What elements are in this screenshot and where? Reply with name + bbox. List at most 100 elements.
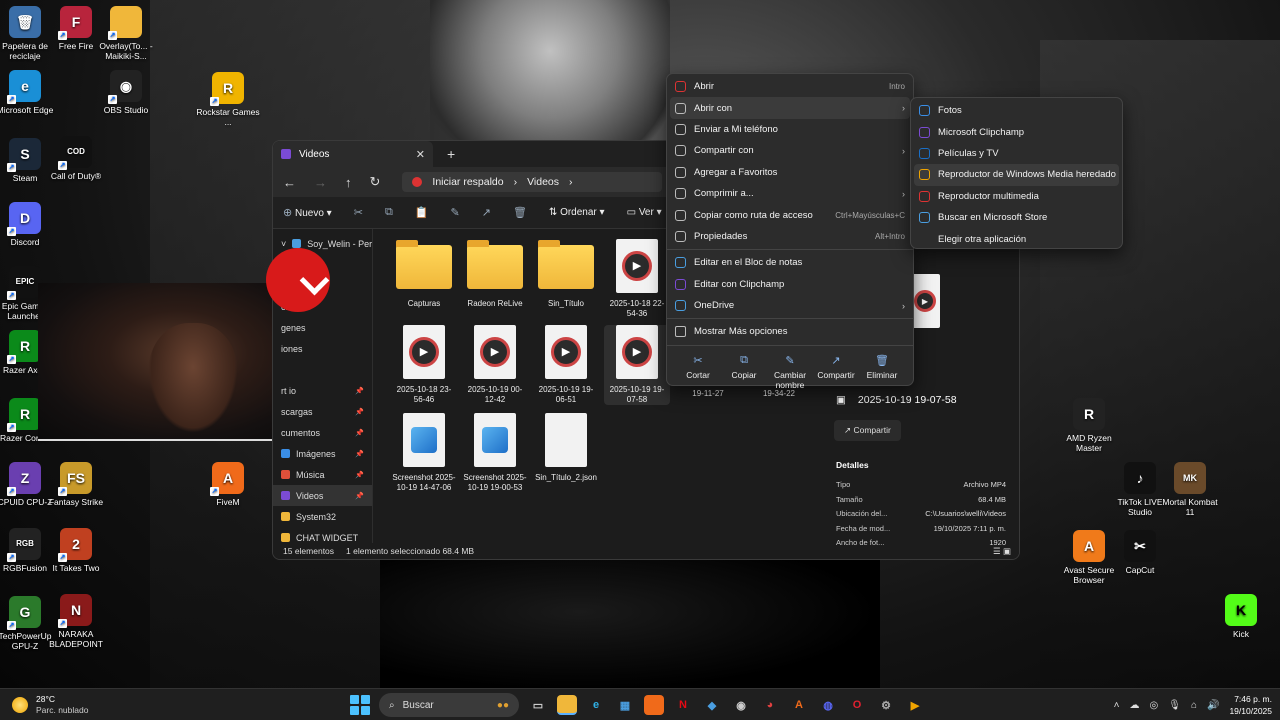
sidebar-item[interactable]: genes xyxy=(273,317,372,338)
forward-arrow-icon[interactable]: → xyxy=(314,175,327,190)
menu-item-reproductor-multimedia[interactable]: Reproductor multimedia xyxy=(911,186,1122,207)
folder-item[interactable]: Capturas xyxy=(391,239,457,309)
clock[interactable]: 7:46 p. m. 19/10/2025 xyxy=(1229,693,1272,717)
cut-icon[interactable]: ✂ xyxy=(354,206,363,219)
menu-item-buscar-en-microsoft-store[interactable]: Buscar en Microsoft Store xyxy=(911,207,1122,228)
chevron-up-icon[interactable]: ˄ xyxy=(1114,700,1120,711)
microphone-icon[interactable]: 🎙 xyxy=(1168,700,1181,711)
refresh-icon[interactable]: ↻ xyxy=(370,174,381,190)
file-item[interactable]: ▶ 2025-10-19 19-07-58 xyxy=(604,325,670,405)
file-item[interactable]: ▶ 2025-10-18 23-56-46 xyxy=(391,325,457,405)
wmp-taskbar-icon[interactable]: ▶ xyxy=(905,695,925,715)
sidebar-item[interactable]: Imágenes 📌 xyxy=(273,443,372,464)
edge-taskbar-icon[interactable]: e xyxy=(586,695,606,715)
copy-icon[interactable]: ⧉ xyxy=(385,206,393,219)
discord-taskbar-icon[interactable]: ◍ xyxy=(818,695,838,715)
settings-taskbar-icon[interactable]: ⚙ xyxy=(876,695,896,715)
volume-icon[interactable]: 🔊 xyxy=(1207,700,1219,711)
sidebar-item[interactable]: scargas 📌 xyxy=(273,401,372,422)
folder-item[interactable]: Sin_Título xyxy=(533,239,599,309)
app-orange-taskbar-icon[interactable] xyxy=(644,695,664,715)
view-button[interactable]: ▭ Ver ▾ xyxy=(627,207,662,218)
desktop-icon-naraka[interactable]: N ↗ NARAKA BLADEPOINT xyxy=(44,594,108,649)
copiar-button[interactable]: ⧉ Copiar xyxy=(724,354,764,390)
breadcrumb-current[interactable]: Videos xyxy=(527,176,559,188)
sidebar-item[interactable]: rt io 📌 xyxy=(273,380,372,401)
back-arrow-icon[interactable]: ← xyxy=(283,175,296,190)
start-button[interactable] xyxy=(350,695,370,715)
desktop-icon-kick[interactable]: K Kick xyxy=(1209,594,1273,639)
tray-bell-icon[interactable]: ◎ xyxy=(1150,700,1159,711)
menu-item-microsoft-clipchamp[interactable]: Microsoft Clipchamp xyxy=(911,121,1122,142)
menu-item-fotos[interactable]: Fotos xyxy=(911,100,1122,121)
menu-item-agregar-a-favoritos[interactable]: Agregar a Favoritos xyxy=(667,162,913,183)
desktop-icon-discord[interactable]: D ↗ Discord xyxy=(0,202,57,247)
delete-icon[interactable]: 🗑 xyxy=(513,206,527,219)
sidebar-item[interactable] xyxy=(273,359,372,380)
netflix-taskbar-icon[interactable]: N xyxy=(673,695,693,715)
menu-item-elegir-otra-aplicaci-n[interactable]: Elegir otra aplicación xyxy=(911,228,1122,249)
chrome-taskbar-icon[interactable]: ◕ xyxy=(760,695,780,715)
file-item[interactable]: Screenshot 2025-10-19 19-00-53 xyxy=(462,413,528,493)
menu-item-editar-en-el-bloc-de-notas[interactable]: Editar en el Bloc de notas xyxy=(667,252,913,273)
menu-item-abrir-con[interactable]: Abrir con › xyxy=(670,97,910,119)
desktop-icon-ryzen-master[interactable]: R AMD Ryzen Master xyxy=(1057,398,1121,453)
menu-item-more-options[interactable]: Mostrar Más opciones xyxy=(667,321,913,342)
details-share-button[interactable]: ↗ Compartir xyxy=(834,420,901,441)
weather-widget[interactable]: 28°C Parc. nublado xyxy=(12,694,88,716)
file-item[interactable]: Screenshot 2025-10-19 14-47-06 xyxy=(391,413,457,493)
menu-item-pel-culas-y-tv[interactable]: Películas y TV xyxy=(911,143,1122,164)
new-button[interactable]: ⊕ Nuevo ▾ xyxy=(283,206,332,219)
desktop-icon-obs[interactable]: ◉ ↗ OBS Studio xyxy=(94,70,158,115)
desktop-icon-capcut[interactable]: ✂ CapCut xyxy=(1108,530,1172,575)
view-toggle-icon[interactable]: ☰ ▣ xyxy=(993,546,1011,557)
sidebar-item[interactable]: Videos 📌 xyxy=(273,485,372,506)
eliminar-button[interactable]: 🗑 Eliminar xyxy=(862,354,902,390)
sidebar-item[interactable]: iones xyxy=(273,338,372,359)
menu-item-onedrive[interactable]: OneDrive › xyxy=(667,295,913,316)
file-item[interactable]: Sin_Título_2.json xyxy=(533,413,599,483)
file-item[interactable]: ▶ 2025-10-18 22-54-36 xyxy=(604,239,670,319)
desktop-icon-call-of-duty[interactable]: COD ↗ Call of Duty® xyxy=(44,136,108,181)
store-taskbar-icon[interactable]: ▦ xyxy=(615,695,635,715)
desktop-icon-rockstar[interactable]: R ↗ Rockstar Games ... xyxy=(196,72,260,127)
chevron-down-icon[interactable]: ˅ xyxy=(281,239,286,249)
menu-item-propiedades[interactable]: Propiedades Alt+Intro xyxy=(667,226,913,247)
share-icon[interactable]: ↗ xyxy=(482,206,491,219)
desktop-icon-it-takes-two[interactable]: 2 ↗ It Takes Two xyxy=(44,528,108,573)
opera-taskbar-icon[interactable]: O xyxy=(847,695,867,715)
file-item[interactable]: ▶ 2025-10-19 19-06-51 xyxy=(533,325,599,405)
file-item[interactable]: ▶ 2025-10-19 00-12-42 xyxy=(462,325,528,405)
compartir-button[interactable]: ↗ Compartir xyxy=(816,354,856,390)
desktop-icon-mk11[interactable]: MK Mortal Kombat 11 xyxy=(1158,462,1222,517)
file-explorer-taskbar-icon[interactable] xyxy=(557,695,577,715)
task-view-icon[interactable]: ▭ xyxy=(528,695,548,715)
network-icon[interactable]: ⌂ xyxy=(1191,700,1197,711)
menu-item-editar-con-clipchamp[interactable]: Editar con Clipchamp xyxy=(667,274,913,295)
up-arrow-icon[interactable]: ↑ xyxy=(345,175,352,190)
menu-item-enviar-a-mi-tel-fono[interactable]: Enviar a Mi teléfono xyxy=(667,119,913,140)
sidebar-item[interactable]: cumentos 📌 xyxy=(273,422,372,443)
menu-item-abrir[interactable]: Abrir Intro xyxy=(667,76,913,97)
rename-icon[interactable]: ✎ xyxy=(451,206,460,219)
obs-taskbar-icon[interactable]: ◉ xyxy=(731,695,751,715)
cambiar-nombre-button[interactable]: ✎ Cambiar nombre xyxy=(770,354,810,390)
address-bar[interactable]: Iniciar respaldo › Videos › xyxy=(402,172,663,192)
folder-item[interactable]: Radeon ReLive xyxy=(462,239,528,309)
sort-button[interactable]: ⇅ Ordenar ▾ xyxy=(549,207,605,218)
breadcrumb-root[interactable]: Iniciar respaldo xyxy=(432,176,503,188)
menu-item-copiar-como-ruta-de-acceso[interactable]: Copiar como ruta de acceso Ctrl+Mayúscula… xyxy=(667,204,913,225)
close-tab-icon[interactable]: ✕ xyxy=(416,148,425,161)
menu-item-compartir-con[interactable]: Compartir con › xyxy=(667,140,913,161)
desktop-icon-edge[interactable]: e ↗ Microsoft Edge xyxy=(0,70,57,115)
new-tab-icon[interactable]: + xyxy=(447,146,455,162)
sidebar-item[interactable]: Música 📌 xyxy=(273,464,372,485)
menu-item-comprimir-a[interactable]: Comprimir a... › xyxy=(667,183,913,204)
fivem-taskbar-icon[interactable]: A xyxy=(789,695,809,715)
paste-icon[interactable]: 📋 xyxy=(415,206,429,219)
taskbar-search[interactable]: ⌕ Buscar ●● xyxy=(379,693,519,717)
desktop-icon-fivem[interactable]: A ↗ FiveM xyxy=(196,462,260,507)
desktop-icon-fantasy-strike[interactable]: FS ↗ Fantasy Strike xyxy=(44,462,108,507)
tray-app-icon[interactable]: ☁ xyxy=(1130,700,1140,711)
cortar-button[interactable]: ✂ Cortar xyxy=(678,354,718,390)
